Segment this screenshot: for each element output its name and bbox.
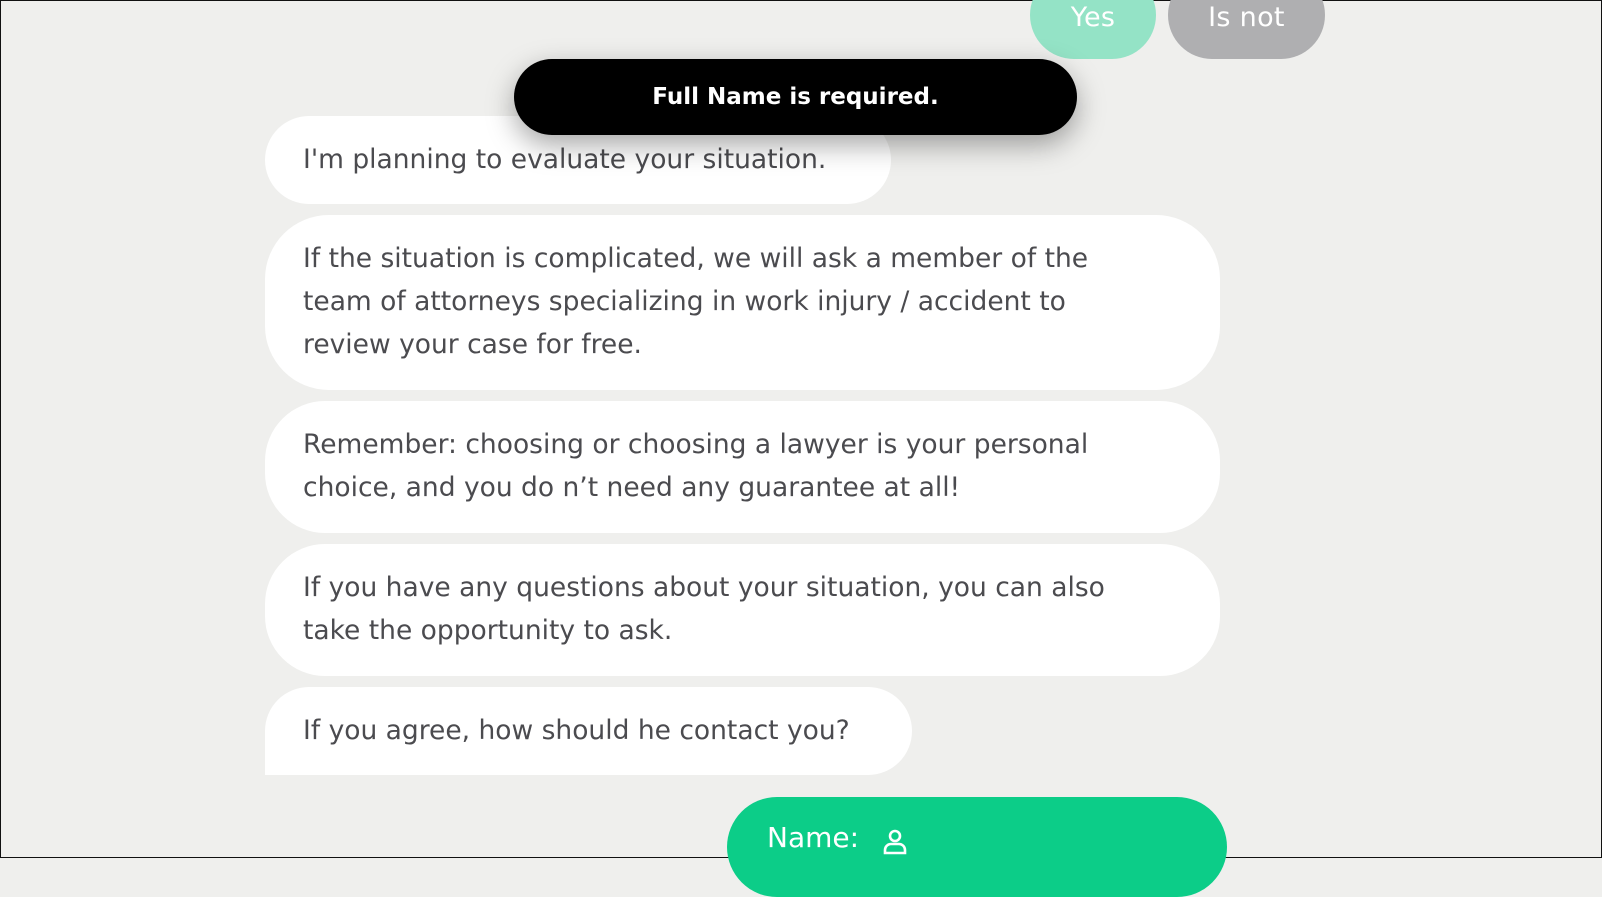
chat-window: Yes Is not Full Name is required. I'm pl… [0, 0, 1602, 897]
message-line: If the situation is complicated, we will… [303, 243, 1089, 274]
bot-message: If you agree, how should he contact you? [265, 687, 912, 775]
name-button-label: Name: [767, 821, 860, 854]
is-not-button[interactable]: Is not [1168, 0, 1325, 59]
message-line: take the opportunity to ask. [303, 615, 673, 646]
message-line: review your case for free. [303, 329, 642, 360]
bot-message: If you have any questions about your sit… [265, 544, 1220, 676]
name-contact-button[interactable]: Name: [727, 797, 1227, 897]
message-line: I'm planning to evaluate your situation. [303, 144, 827, 175]
message-line: choice, and you do n’t need any guarante… [303, 472, 961, 503]
message-line: team of attorneys specializing in work i… [303, 286, 1066, 317]
person-icon [881, 827, 909, 855]
validation-toast: Full Name is required. [514, 59, 1077, 135]
message-line: If you have any questions about your sit… [303, 572, 1105, 603]
bot-message: If the situation is complicated, we will… [265, 215, 1220, 390]
bot-message: Remember: choosing or choosing a lawyer … [265, 401, 1220, 533]
message-line: Remember: choosing or choosing a lawyer … [303, 429, 1089, 460]
yes-button[interactable]: Yes [1030, 0, 1156, 59]
message-line: If you agree, how should he contact you? [303, 715, 850, 746]
